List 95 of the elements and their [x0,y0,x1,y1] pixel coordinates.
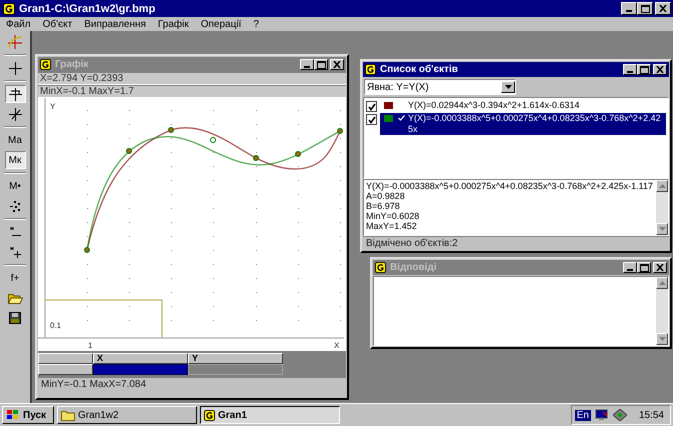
minimize-button[interactable] [300,59,314,70]
cursor-readout: X=2.794 Y=0.2393 [38,72,346,85]
down-arrow-icon [658,227,666,231]
menu-item[interactable]: ? [253,18,259,30]
table-cell[interactable] [188,364,283,375]
app-icon [365,64,376,75]
close-icon [656,66,664,73]
language-indicator[interactable]: En [574,410,591,420]
detail-line: B=6.978 [366,201,401,211]
window-title: Відповіді [390,262,437,273]
clock: 15:54 [638,410,664,420]
minimize-button[interactable] [623,262,637,273]
maximize-icon [640,66,648,74]
maximize-button[interactable] [637,64,651,75]
plus-icon [8,62,22,74]
close-icon [333,61,341,68]
minimize-icon [627,268,633,270]
menu-item[interactable]: Об'єкт [42,18,72,30]
up-arrow-icon [658,184,666,188]
status-bar: MinY=-0.1 MaxX=7.084 [38,377,346,391]
window-title: Графік [55,59,88,70]
menu-item[interactable]: Графік [158,18,189,30]
checkbox[interactable] [366,114,377,125]
close-icon [659,5,667,12]
toolbar-button[interactable] [4,85,26,103]
table-row-header[interactable] [38,364,93,375]
minimize-icon [304,66,310,68]
minus-icon [8,226,22,238]
close-button[interactable] [655,2,671,15]
maximize-button[interactable] [314,59,328,70]
maximize-icon [640,4,650,12]
window-title: Список об'єктів [380,64,458,75]
folder-icon [61,410,75,420]
status-bar: Відмічено об'єктів:2 [363,236,669,250]
app-icon [204,410,215,420]
axes-plot-icon [8,35,22,49]
column-header[interactable]: Y [188,353,283,364]
app-icon [40,59,51,70]
scrollbar[interactable] [656,277,668,345]
mode-dropdown[interactable]: Явна: Y=Y(X) [364,79,516,95]
detail-line: MinY=0.6028 [366,211,420,221]
app-title: Gran1-C:\Gran1w2\gr.bmp [19,2,156,14]
plus-icon [8,246,22,258]
up-arrow-icon [658,281,666,285]
detail-line: MaxY=1.452 [366,221,418,231]
scroll-up-button[interactable] [656,277,668,289]
scatter-icon [8,200,22,212]
scroll-up-button[interactable] [656,180,668,192]
detail-line: Y(X)=-0.0003388x^5+0.000275x^4+0.08235x^3-0.768x^2+2.425x-1.117 [366,181,654,191]
tick-label: 1 [88,341,92,350]
table-row-header[interactable] [38,353,93,364]
app-icon [3,2,15,14]
start-button[interactable]: Пуск [2,406,54,424]
toolbar-button[interactable]: Mк [4,151,26,169]
folder-icon [8,292,22,304]
tick-label: 0.1 [50,321,62,330]
minimize-icon [626,10,632,12]
close-button[interactable] [330,59,344,70]
taskbar-button[interactable]: Gran1w2 [57,406,197,424]
axis-label: X [334,341,340,350]
menu-item[interactable]: Операції [200,18,242,30]
minimize-button[interactable] [623,64,637,75]
close-button[interactable] [653,262,667,273]
close-button[interactable] [653,64,667,75]
close-icon [656,264,664,271]
axis-label: Y [50,102,56,111]
down-arrow-icon [658,337,666,341]
object-list-item[interactable]: Y(X)=0.02944x^3-0.394x^2+1.614x-0.6314 [380,100,666,111]
minimize-button[interactable] [621,2,637,15]
scroll-down-button[interactable] [656,223,668,235]
maximize-button[interactable] [637,2,653,15]
app-icon [375,262,386,273]
object-formula: Y(X)=0.02944x^3-0.394x^2+1.614x-0.6314 [408,100,580,111]
monitor-icon[interactable] [594,409,609,421]
column-header[interactable]: X [93,353,188,364]
maximize-button[interactable] [637,262,651,273]
crosshair-icon [8,88,22,100]
menu-item[interactable]: Файл [6,18,31,30]
menu-item[interactable]: Виправлення [84,18,146,30]
checkbox[interactable] [366,101,377,112]
check-icon [398,115,405,121]
windows-logo-icon [6,409,20,421]
range-readout: MinX=-0.1 MaxY=1.7 [38,85,346,98]
network-icon[interactable] [612,409,627,421]
maximize-icon [640,264,648,272]
dropdown-arrow-icon [504,85,512,89]
table-cell[interactable] [93,364,188,375]
scrollbar[interactable] [656,180,668,235]
scroll-down-button[interactable] [656,333,668,345]
save-icon [9,312,21,324]
detail-line: A=0.9828 [366,191,406,201]
crosshair-icon [8,108,22,120]
maximize-icon [316,60,326,68]
taskbar-button[interactable]: Gran1 [200,406,340,424]
minimize-icon [627,70,633,72]
